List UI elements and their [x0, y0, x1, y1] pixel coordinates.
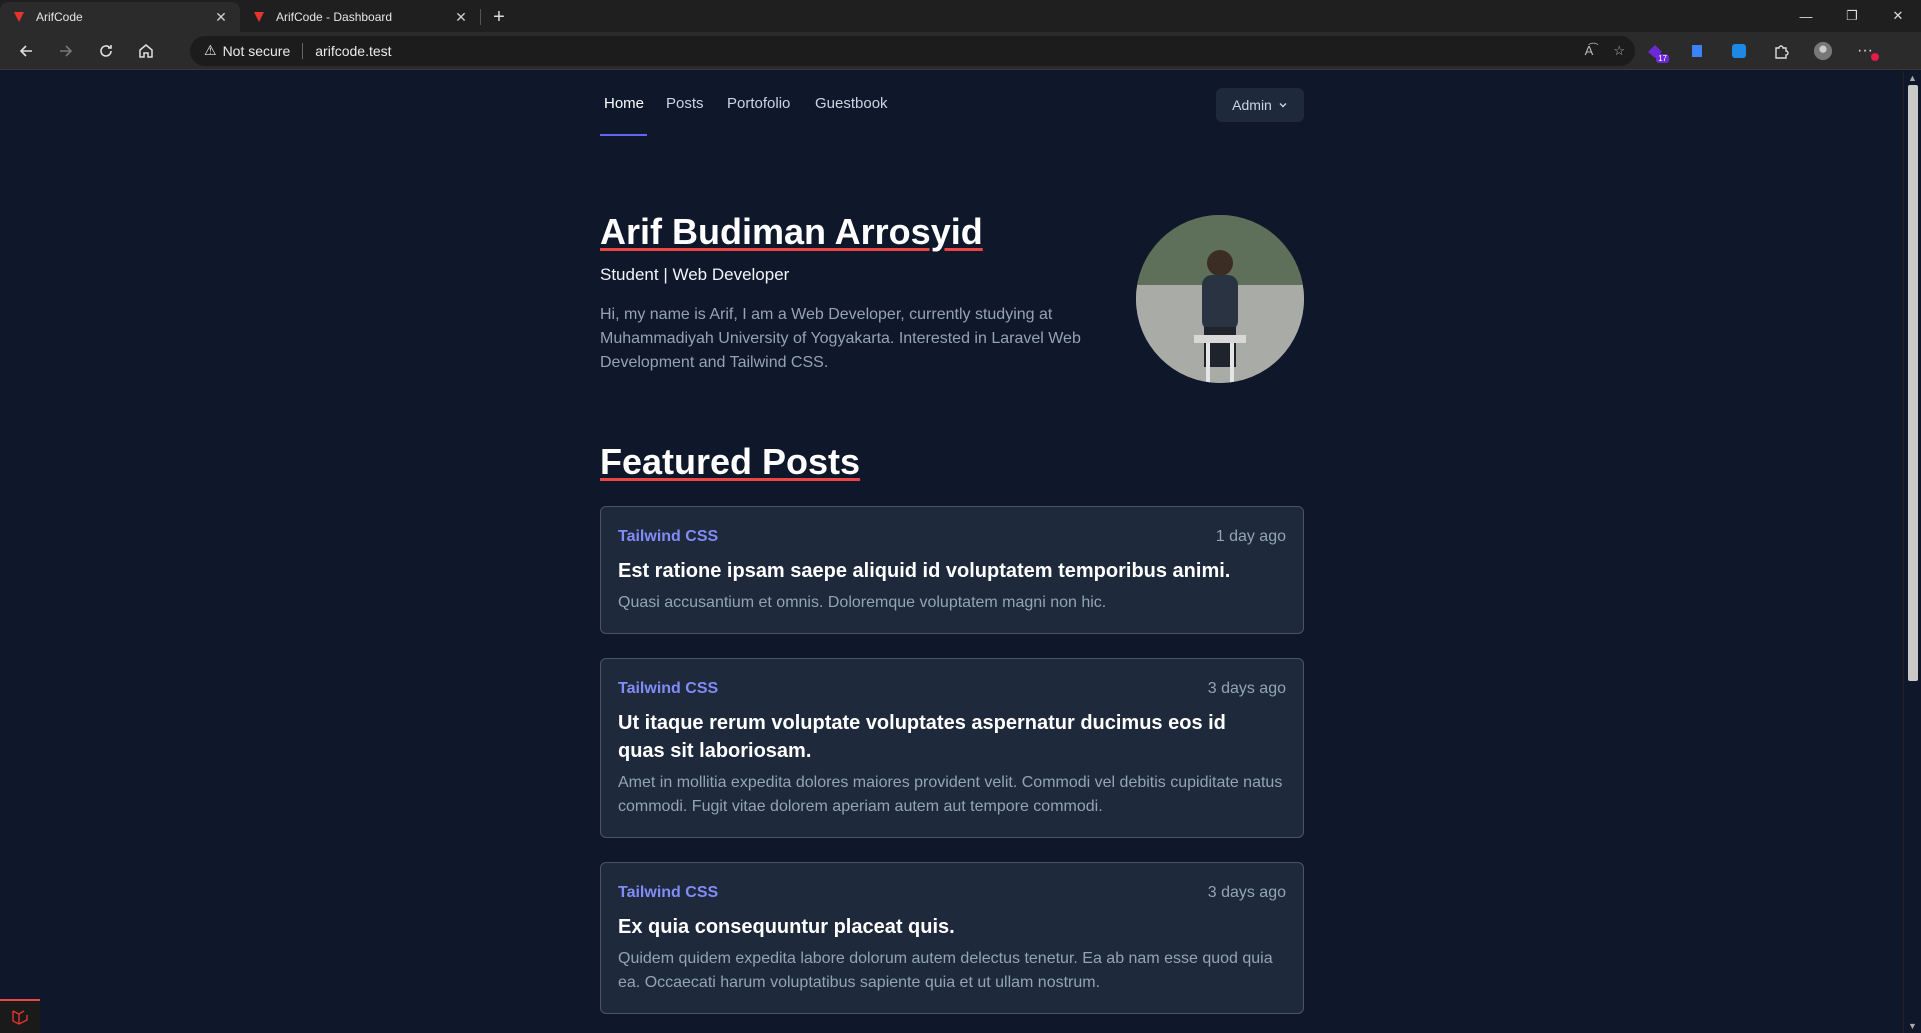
translate-extension-icon[interactable]: [1729, 41, 1749, 61]
chevron-down-icon: [1279, 103, 1287, 108]
scrollbar-thumb[interactable]: [1908, 85, 1918, 681]
post-category-link[interactable]: Tailwind CSS: [618, 528, 718, 546]
hero-bio: Hi, my name is Arif, I am a Web Develope…: [600, 306, 1081, 371]
post-excerpt: Quidem quidem expedita labore dolorum au…: [618, 950, 1273, 991]
extension-icons: 17 ···: [1645, 41, 1879, 63]
arrow-right-icon: [60, 44, 73, 57]
browser-tab-dashboard[interactable]: ArifCode - Dashboard ✕: [240, 2, 480, 32]
scroll-down-icon[interactable]: ▼: [1908, 1021, 1917, 1031]
extension-badge-count: 17: [1656, 53, 1669, 63]
forward-button[interactable]: [48, 35, 84, 67]
post-date: 3 days ago: [1207, 884, 1286, 901]
notification-dot-icon: [1871, 52, 1879, 61]
person-photo-icon: [1136, 215, 1304, 383]
security-label[interactable]: Not secure: [223, 43, 291, 59]
profile-avatar-icon[interactable]: [1813, 41, 1833, 61]
page-scrollbar[interactable]: ▲ ▼: [1903, 71, 1921, 1033]
hero-role: Student | Web Developer: [600, 265, 790, 284]
post-category-link[interactable]: Tailwind CSS: [618, 884, 718, 902]
address-bar[interactable]: ⚠ Not secure arifcode.test A͡ ☆: [190, 35, 1635, 66]
refresh-button[interactable]: [88, 35, 124, 67]
post-card[interactable]: Tailwind CSS 3 days ago Ut itaque rerum …: [600, 658, 1304, 838]
extensions-puzzle-icon[interactable]: [1771, 41, 1791, 61]
close-tab-icon[interactable]: ✕: [452, 9, 470, 26]
laravel-logo-icon: [12, 1010, 28, 1025]
featured-posts-heading: Featured Posts: [600, 441, 861, 482]
window-controls: — ❐ ✕: [1783, 0, 1921, 32]
laravel-favicon-icon: [254, 12, 264, 22]
extension-badge-icon[interactable]: 17: [1645, 41, 1669, 63]
nav-link-portofolio[interactable]: Portofolio: [727, 95, 790, 112]
favorite-star-icon[interactable]: ☆: [1613, 43, 1625, 59]
hero-name: Arif Budiman Arrosyid: [600, 211, 983, 252]
tab-divider: [480, 9, 481, 25]
close-window-icon[interactable]: ✕: [1875, 0, 1921, 32]
tab-title: ArifCode: [36, 10, 83, 24]
laravel-debugbar-icon[interactable]: [0, 999, 40, 1033]
post-excerpt: Amet in mollitia expedita dolores maiore…: [618, 774, 1283, 815]
warning-icon: ⚠: [204, 42, 217, 58]
back-button[interactable]: [8, 35, 44, 67]
nav-link-home[interactable]: Home: [604, 95, 644, 112]
post-title-link[interactable]: Ut itaque rerum voluptate voluptates asp…: [618, 709, 1278, 765]
minimize-icon[interactable]: —: [1783, 0, 1829, 32]
home-button[interactable]: [128, 35, 164, 67]
post-title-link[interactable]: Est ratione ipsam saepe aliquid id volup…: [618, 557, 1278, 585]
page-viewport: Home Posts Portofolio Guestbook Admin Ar…: [0, 71, 1903, 1033]
omnibox-divider: [302, 42, 304, 59]
arrow-left-icon: [19, 44, 32, 57]
restore-icon[interactable]: ❐: [1829, 0, 1875, 32]
post-date: 3 days ago: [1207, 680, 1286, 697]
site-navbar: [600, 71, 1304, 137]
profile-photo: [1136, 215, 1304, 383]
tab-title: ArifCode - Dashboard: [276, 10, 393, 24]
home-icon: [139, 43, 153, 58]
more-menu-icon[interactable]: ···: [1855, 41, 1879, 61]
refresh-icon: [100, 44, 112, 57]
bookmark-extension-icon[interactable]: [1687, 41, 1707, 61]
nav-link-guestbook[interactable]: Guestbook: [815, 95, 888, 112]
omnibox-actions: A͡ ☆: [1585, 43, 1625, 59]
browser-toolbar: ⚠ Not secure arifcode.test A͡ ☆ 17 ···: [0, 32, 1921, 70]
laravel-favicon-icon: [14, 12, 24, 22]
scroll-up-icon[interactable]: ▲: [1908, 73, 1917, 83]
post-date: 1 day ago: [1215, 528, 1286, 545]
post-card[interactable]: Tailwind CSS 1 day ago Est ratione ipsam…: [600, 506, 1304, 634]
read-aloud-icon[interactable]: A͡: [1585, 43, 1594, 58]
url-text[interactable]: arifcode.test: [315, 43, 391, 59]
post-category-link[interactable]: Tailwind CSS: [618, 680, 718, 698]
post-card[interactable]: Tailwind CSS 3 days ago Ex quia consequu…: [600, 862, 1304, 1014]
post-title-link[interactable]: Ex quia consequuntur placeat quis.: [618, 913, 1278, 941]
nav-link-posts[interactable]: Posts: [666, 95, 704, 112]
admin-dropdown-button[interactable]: Admin: [1216, 88, 1304, 122]
post-excerpt: Quasi accusantium et omnis. Doloremque v…: [618, 594, 1107, 611]
browser-tab-bar: ArifCode ✕ ArifCode - Dashboard ✕ + — ❐ …: [0, 0, 1921, 32]
admin-label: Admin: [1232, 97, 1272, 113]
close-tab-icon[interactable]: ✕: [212, 9, 230, 26]
browser-tab-arifcode[interactable]: ArifCode ✕: [0, 2, 240, 32]
active-nav-indicator: [600, 134, 647, 136]
new-tab-button[interactable]: +: [485, 3, 513, 31]
